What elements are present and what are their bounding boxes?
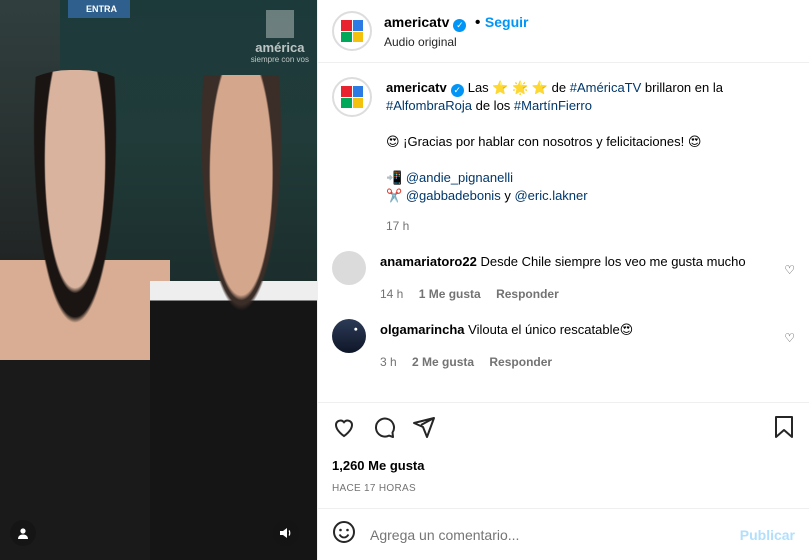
comment-input[interactable] [370,526,740,543]
caption-text: brillaron en la [641,80,723,95]
comment-time: 3 h [380,355,397,369]
heart-icon[interactable] [332,415,356,446]
comment-username[interactable]: olgamarincha [380,322,465,337]
action-bar [318,402,809,458]
user-icon[interactable] [10,520,36,546]
caption-text: de los [472,98,514,113]
hashtag-link[interactable]: #MartínFierro [514,98,592,113]
watermark-brand: américa [255,40,305,55]
woman-figure [0,70,170,560]
share-icon[interactable] [412,415,436,446]
reply-button[interactable]: Responder [496,287,559,301]
comment-row: olgamarincha Vilouta el único rescatable… [332,319,795,371]
publish-button[interactable]: Publicar [740,527,795,543]
comment-avatar[interactable] [332,319,366,353]
comment-username[interactable]: anamariatoro22 [380,254,477,269]
phone-icon: 📲 [386,170,403,185]
watermark-tagline: siempre con vos [250,55,309,64]
mention-link[interactable]: @andie_pignanelli [406,170,513,185]
follow-button[interactable]: Seguir [485,14,529,30]
dot-separator: • [474,13,481,31]
post-time-ago: HACE 17 HORAS [332,483,416,494]
scissors-icon: ✂️ [386,188,403,203]
header-username[interactable]: americatv [384,14,449,30]
comment-text: Vilouta el único rescatable😍 [468,322,634,337]
comment-text: Desde Chile siempre los veo me gusta muc… [480,254,746,269]
hashtag-link[interactable]: #AméricaTV [570,80,642,95]
america-logo-icon [341,86,363,108]
america-logo-icon [341,20,363,42]
add-comment-bar: Publicar [318,508,809,560]
mention-link[interactable]: @eric.lakner [514,188,587,203]
heart-icon[interactable]: ♡ [784,263,795,277]
mention-link[interactable]: @gabbadebonis [406,188,501,203]
comment-likes[interactable]: 2 Me gusta [412,355,474,369]
likes-count[interactable]: 1,260 Me gusta [318,458,809,473]
watermark-logo [265,10,294,38]
comments-section[interactable]: americatv ✓ Las ⭐ 🌟 ⭐ de #AméricaTV brilla… [318,63,809,402]
verified-icon: ✓ [450,84,464,97]
man-figure [150,75,317,560]
audio-link[interactable]: Audio original [384,35,528,49]
caption-thanks: 😍 ¡Gracias por hablar con nosotros y fel… [386,134,702,149]
verified-icon: ✓ [453,18,467,32]
caption-avatar[interactable] [332,77,372,117]
caption-row: americatv ✓ Las ⭐ 🌟 ⭐ de #AméricaTV brilla… [332,77,795,235]
entrance-sign: ENTRA [68,0,130,18]
comment-icon[interactable] [372,415,396,446]
post-panel: americatv ✓ • Seguir Audio original ameri… [317,0,809,560]
comment-avatar[interactable] [332,251,366,285]
comment-row: anamariatoro22 Desde Chile siempre los v… [332,251,795,303]
post-header: americatv ✓ • Seguir Audio original [318,0,809,63]
avatar[interactable] [332,11,372,51]
watermark: américa siempre con vos [251,10,309,64]
caption-time: 17 h [386,219,410,233]
reply-button[interactable]: Responder [489,355,552,369]
emoji-icon[interactable] [332,520,356,550]
caption-text: Las ⭐ 🌟 ⭐ de [467,80,570,95]
heart-icon[interactable]: ♡ [784,331,795,345]
caption-username[interactable]: americatv [386,80,447,95]
bookmark-icon[interactable] [773,415,795,446]
hashtag-link[interactable]: #AlfombraRoja [386,98,472,113]
comment-time: 14 h [380,287,404,301]
speaker-icon[interactable] [273,520,299,546]
caption-text: y [500,188,515,203]
post-media[interactable]: ENTRA américa siempre con vos [0,0,317,560]
comment-likes[interactable]: 1 Me gusta [419,287,481,301]
